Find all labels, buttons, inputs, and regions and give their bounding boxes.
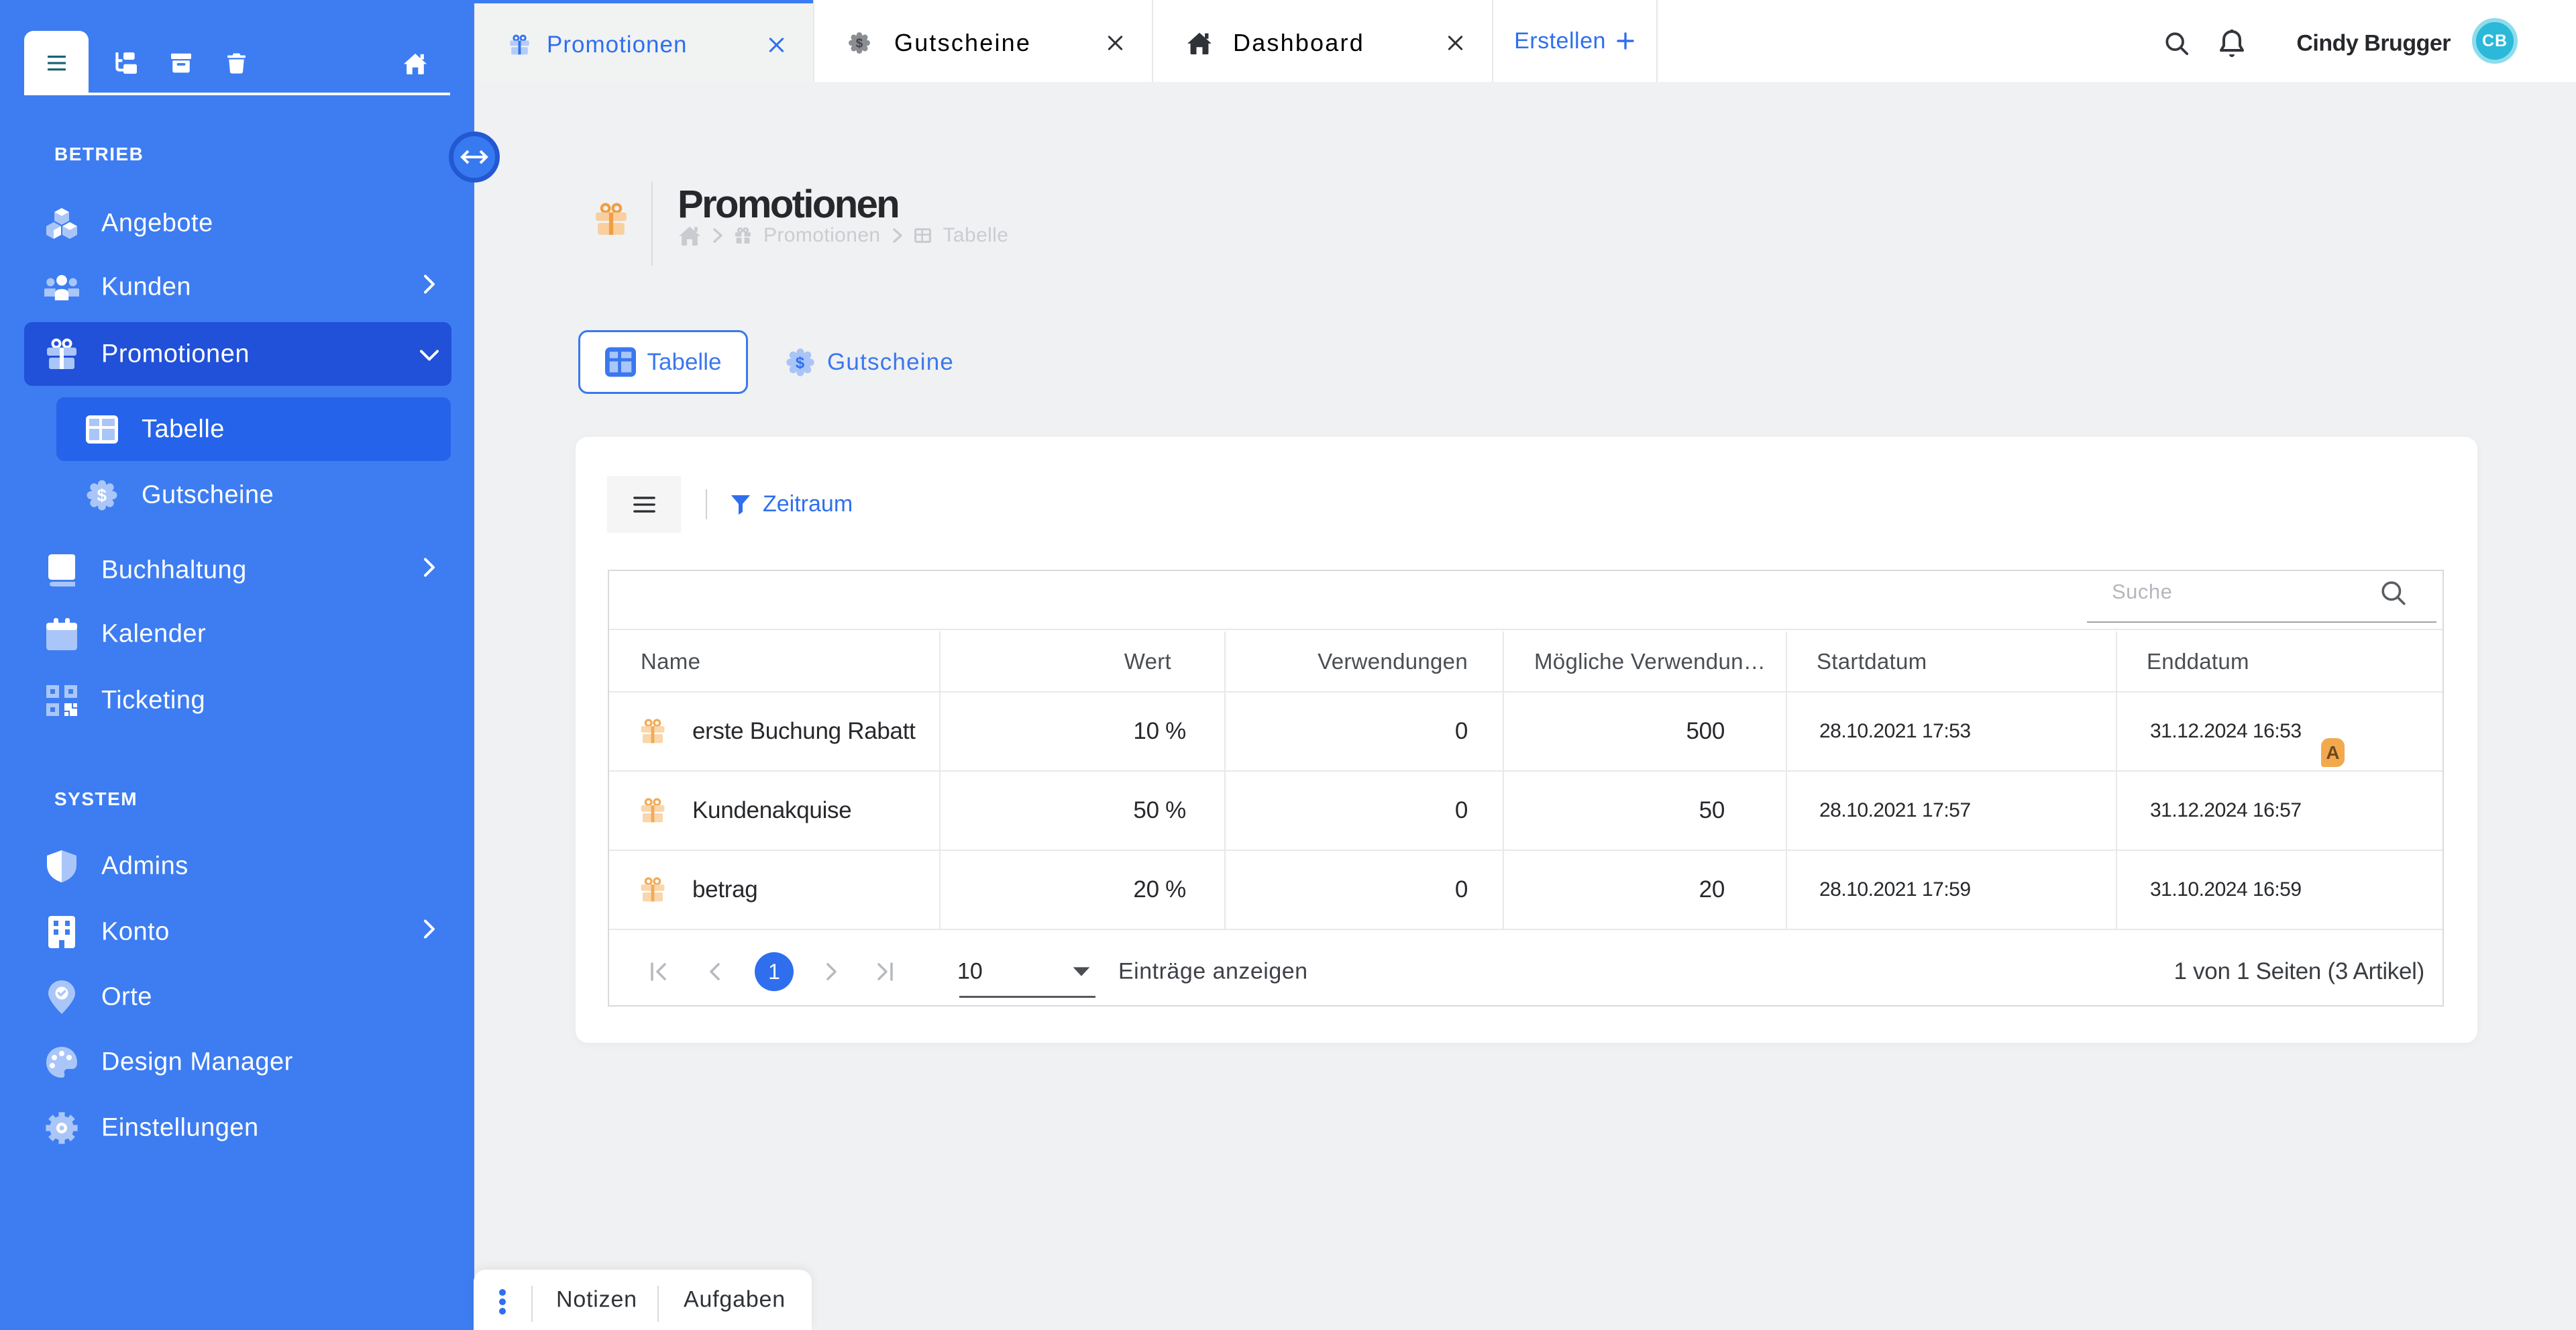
svg-text:$: $ [796,354,805,372]
svg-text:$: $ [97,485,107,505]
svg-text:$: $ [856,36,863,50]
